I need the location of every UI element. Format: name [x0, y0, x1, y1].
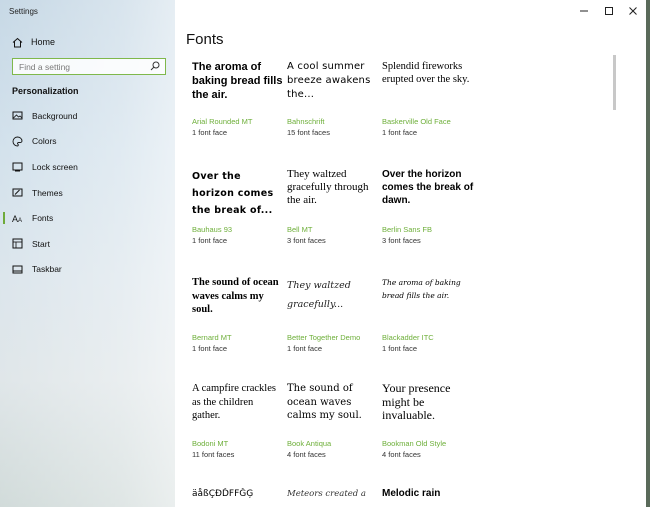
font-preview: äåßÇĐĎFFĞĢ [192, 489, 254, 499]
close-icon [629, 7, 637, 15]
font-name: Bell MT [287, 225, 313, 234]
close-button[interactable] [626, 4, 640, 18]
sidebar-item-label: Themes [32, 187, 63, 198]
font-card-blackadder-itc[interactable]: The aroma of baking bread fills the air.… [382, 276, 474, 376]
fonts-icon: AA [12, 213, 23, 224]
font-card-bell-mt[interactable]: They waltzed gracefully through the air.… [287, 168, 379, 268]
page-title: Fonts [186, 31, 224, 48]
font-name: Bookman Old Style [382, 439, 447, 448]
font-preview: Meteors created a [287, 489, 367, 499]
font-faces-count: 15 font faces [287, 128, 330, 137]
sidebar: Settings Home Personalization [0, 0, 175, 507]
sidebar-item-label: Taskbar [32, 264, 62, 275]
font-name: Baskerville Old Face [382, 117, 451, 126]
font-name: Bauhaus 93 [192, 225, 233, 234]
themes-icon [12, 187, 23, 198]
sidebar-item-label: Colors [32, 136, 57, 147]
font-name: Blackadder ITC [382, 333, 434, 342]
font-card-bauhaus-93[interactable]: Over the horizon comes the break of... B… [192, 168, 284, 268]
sidebar-item-label: Fonts [32, 213, 54, 224]
font-preview: The aroma of baking bread fills the air. [382, 278, 461, 300]
svg-text:A: A [18, 218, 22, 224]
lock-screen-icon [12, 161, 23, 172]
maximize-button[interactable] [602, 4, 616, 18]
sidebar-nav: Background Colors Lock screen Themes A A… [0, 103, 175, 282]
font-card-partial[interactable]: Melodic rain [382, 488, 474, 507]
search-input[interactable] [19, 61, 149, 72]
scrollbar[interactable] [613, 55, 616, 110]
font-faces-count: 4 font faces [287, 450, 326, 459]
sidebar-item-colors[interactable]: Colors [0, 129, 175, 155]
font-card-arial-rounded-mt[interactable]: The aroma of baking bread fills the air.… [192, 60, 284, 160]
sidebar-item-label: Start [32, 238, 50, 249]
font-name: Book Antiqua [287, 439, 332, 448]
font-card-bookman-old-style[interactable]: Your presence might be invaluable. Bookm… [382, 382, 474, 482]
font-preview: Melodic rain [382, 488, 441, 499]
font-card-berlin-sans-fb[interactable]: Over the horizon comes the break of dawn… [382, 168, 474, 268]
font-preview: Splendid fireworks erupted over the sky. [382, 61, 470, 85]
font-faces-count: 3 font faces [287, 236, 326, 245]
font-card-partial[interactable]: äåßÇĐĎFFĞĢ [192, 488, 284, 507]
font-name: Bernard MT [192, 333, 232, 342]
sidebar-item-start[interactable]: Start [0, 231, 175, 257]
font-preview: A cool summer breeze awakens the... [287, 61, 371, 100]
minimize-icon [580, 10, 588, 12]
maximize-icon [605, 7, 613, 15]
content-pane: Fonts The aroma of baking bread fills th… [175, 0, 646, 507]
font-faces-count: 3 font faces [382, 236, 421, 245]
font-name: Better Together Demo [287, 333, 361, 342]
sidebar-item-label: Lock screen [32, 161, 78, 172]
font-preview: They waltzed gracefully through the air. [287, 168, 369, 206]
sidebar-item-taskbar[interactable]: Taskbar [0, 257, 175, 283]
font-faces-count: 11 font faces [192, 450, 235, 459]
font-faces-count: 1 font face [382, 344, 418, 353]
font-preview: They waltzed gracefully... [287, 280, 351, 310]
colors-icon [12, 136, 23, 147]
font-name: Arial Rounded MT [192, 117, 253, 126]
font-card-partial[interactable]: Meteors created a [287, 488, 379, 507]
font-name: Bahnschrift [287, 117, 325, 126]
font-card-book-antiqua[interactable]: The sound of ocean waves calms my soul. … [287, 382, 379, 482]
font-name: Berlin Sans FB [382, 225, 433, 234]
font-preview: A campfire crackles as the children gath… [192, 383, 276, 421]
font-faces-count: 1 font face [287, 344, 323, 353]
font-card-better-together-demo[interactable]: They waltzed gracefully... Better Togeth… [287, 276, 379, 376]
font-faces-count: 4 font faces [382, 450, 421, 459]
home-label: Home [31, 37, 56, 47]
font-preview: The sound of ocean waves calms my soul. [287, 383, 362, 421]
font-card-baskerville-old-face[interactable]: Splendid fireworks erupted over the sky.… [382, 60, 474, 160]
section-title: Personalization [12, 86, 79, 96]
background-icon [12, 110, 23, 121]
sidebar-item-label: Background [32, 110, 78, 121]
sidebar-item-lock-screen[interactable]: Lock screen [0, 154, 175, 180]
app-title: Settings [9, 7, 38, 16]
start-icon [12, 238, 23, 249]
font-name: Bodoni MT [192, 439, 229, 448]
sidebar-item-background[interactable]: Background [0, 103, 175, 129]
settings-window: Settings Home Personalization [0, 0, 650, 507]
font-card-bodoni-mt[interactable]: A campfire crackles as the children gath… [192, 382, 284, 482]
home-link[interactable]: Home [12, 35, 55, 49]
font-faces-count: 1 font face [192, 344, 228, 353]
search-icon[interactable] [150, 61, 160, 73]
font-preview: The aroma of baking bread fills the air. [192, 61, 283, 101]
font-preview: Over the horizon comes the break of... [192, 171, 274, 216]
font-faces-count: 1 font face [382, 128, 418, 137]
font-faces-count: 1 font face [192, 236, 228, 245]
home-icon [12, 37, 23, 48]
minimize-button[interactable] [577, 4, 591, 18]
font-faces-count: 1 font face [192, 128, 228, 137]
font-preview: The sound of ocean waves calms my soul. [192, 277, 279, 315]
sidebar-item-fonts[interactable]: AA Fonts [0, 205, 175, 231]
sidebar-item-themes[interactable]: Themes [0, 180, 175, 206]
title-bar [175, 0, 646, 22]
search-box[interactable] [12, 58, 166, 75]
font-card-bahnschrift[interactable]: A cool summer breeze awakens the... Bahn… [287, 60, 379, 160]
font-card-bernard-mt[interactable]: The sound of ocean waves calms my soul. … [192, 276, 284, 376]
font-preview: Your presence might be invaluable. [382, 382, 451, 422]
font-preview: Over the horizon comes the break of dawn… [382, 169, 474, 206]
taskbar-icon [12, 264, 23, 275]
